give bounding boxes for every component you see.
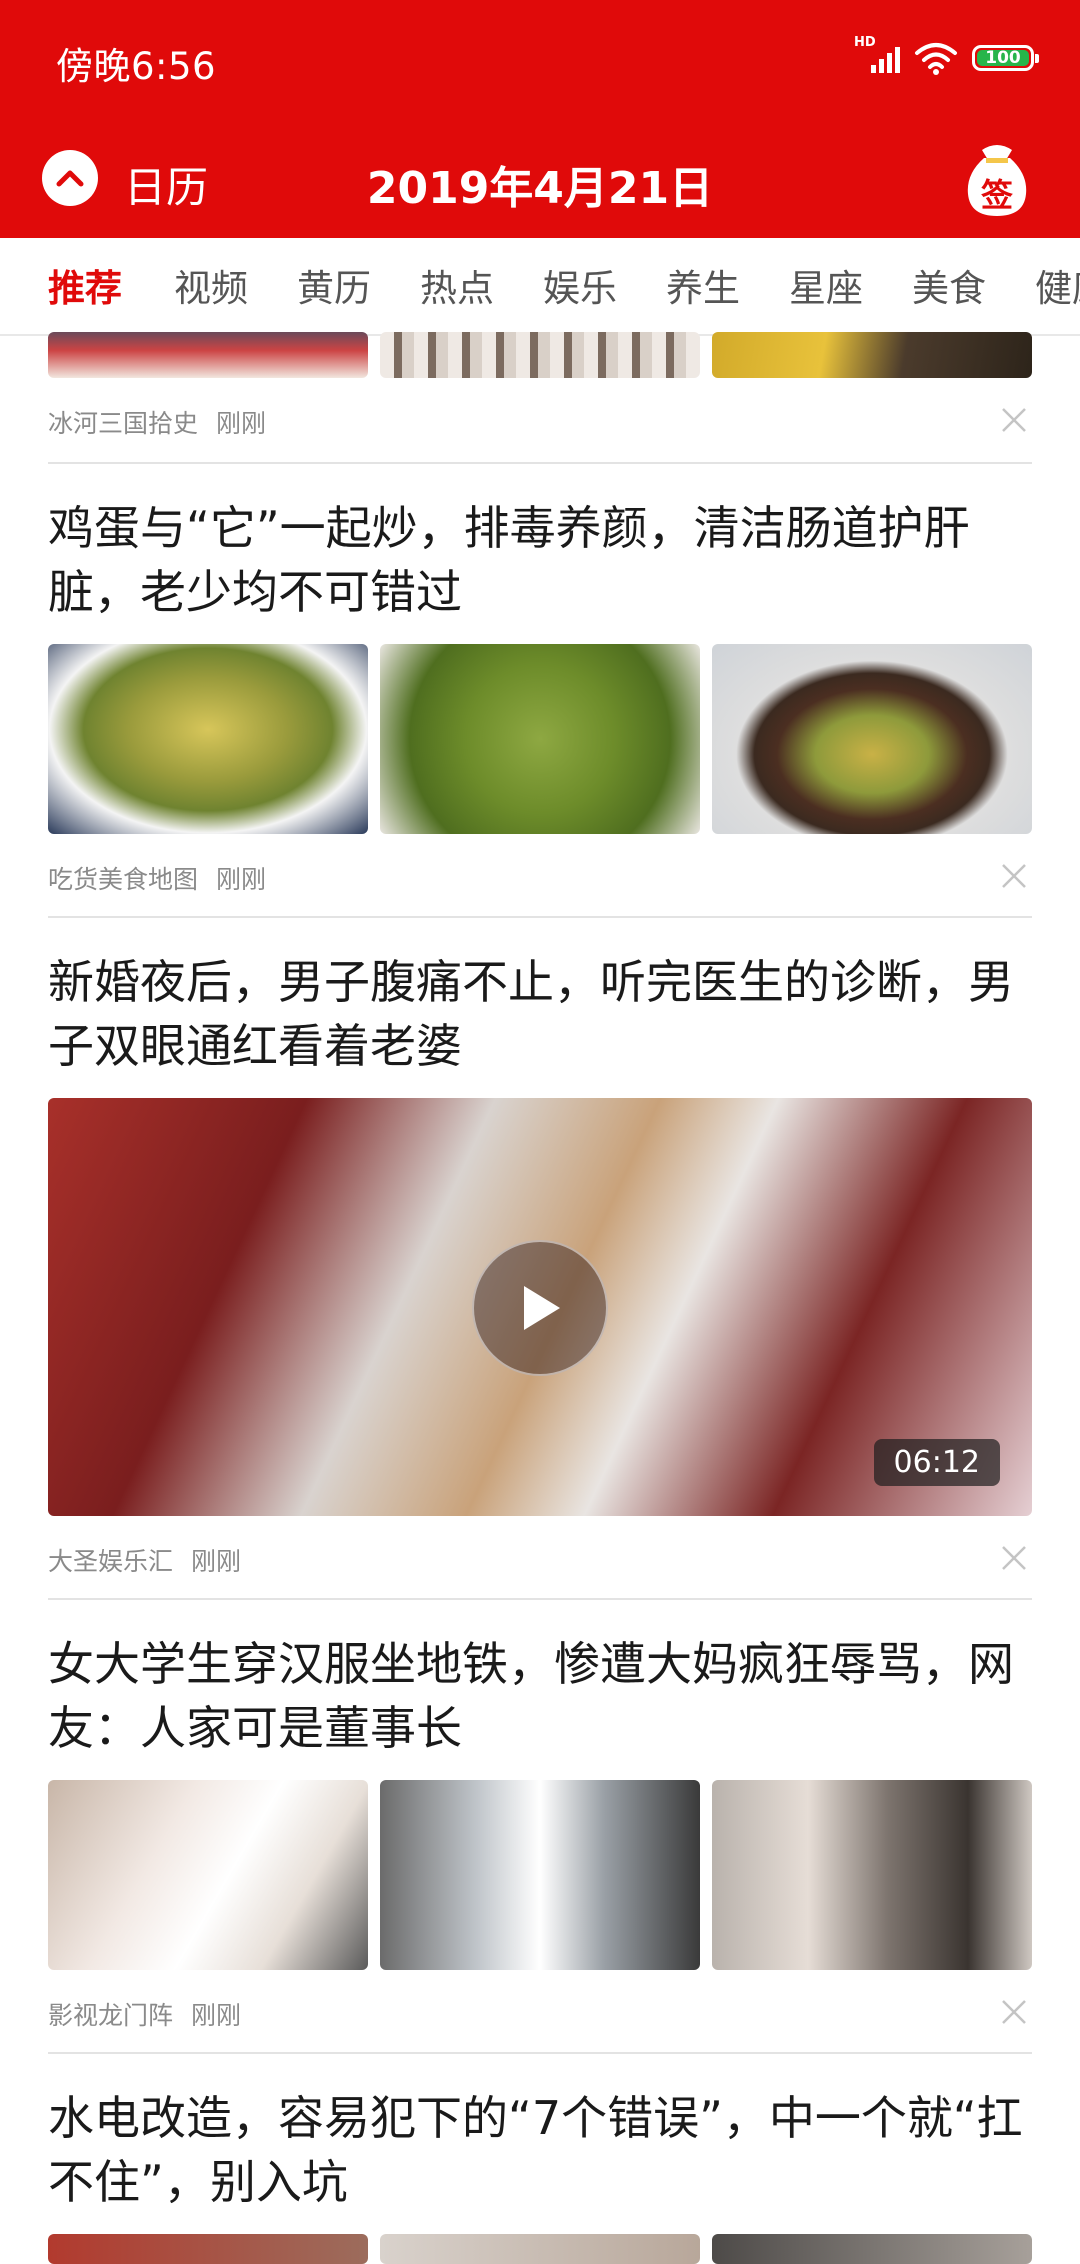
tab-video[interactable]: 视频 bbox=[174, 258, 248, 312]
thumbnail-image[interactable] bbox=[380, 2234, 700, 2264]
thumbnail-image[interactable] bbox=[48, 2234, 368, 2264]
news-source: 冰河三国拾史 bbox=[48, 409, 199, 438]
status-bar: 傍晚6:56 HD 100 bbox=[0, 0, 1080, 118]
thumbnail-image[interactable] bbox=[380, 1780, 700, 1970]
thumbnail-image[interactable] bbox=[380, 332, 700, 378]
news-item-meta: 冰河三国拾史 刚刚 bbox=[48, 404, 266, 440]
close-icon[interactable] bbox=[1000, 1544, 1028, 1572]
news-item-images[interactable] bbox=[48, 2234, 1032, 2264]
thumbnail-image[interactable] bbox=[712, 1780, 1032, 1970]
news-item-meta: 大圣娱乐汇 刚刚 bbox=[48, 1542, 241, 1578]
status-time: 傍晚6:56 bbox=[56, 45, 217, 88]
thumbnail-image[interactable] bbox=[712, 644, 1032, 834]
thumbnail-image[interactable] bbox=[48, 1780, 368, 1970]
app-header: 傍晚6:56 HD 100 日历 2019年4月21日 签 bbox=[0, 0, 1080, 238]
news-item-images[interactable] bbox=[48, 332, 1032, 378]
news-item-images[interactable] bbox=[48, 644, 1032, 834]
video-thumbnail[interactable]: 06:12 bbox=[48, 1098, 1032, 1516]
news-title[interactable]: 水电改造，容易犯下的“7个错误”，中一个就“扛不住”，别入坑 bbox=[48, 2086, 1032, 2214]
status-icons: HD 100 bbox=[854, 35, 1039, 78]
news-title[interactable]: 新婚夜后，男子腹痛不止，听完医生的诊断，男子双眼通红看着老婆 bbox=[48, 950, 1032, 1078]
news-source: 影视龙门阵 bbox=[48, 2001, 174, 2030]
tab-almanac[interactable]: 黄历 bbox=[297, 258, 371, 312]
sign-label: 签 bbox=[980, 176, 1013, 214]
tab-health[interactable]: 健康 bbox=[1035, 258, 1080, 312]
thumbnail-image[interactable] bbox=[712, 2234, 1032, 2264]
news-time: 刚刚 bbox=[191, 2001, 242, 2030]
divider bbox=[48, 2052, 1032, 2054]
battery-level: 100 bbox=[977, 50, 1029, 67]
tab-hot[interactable]: 热点 bbox=[420, 258, 494, 312]
tab-health-care[interactable]: 养生 bbox=[666, 258, 740, 312]
news-title[interactable]: 女大学生穿汉服坐地铁，惨遭大妈疯狂辱骂，网友：人家可是董事长 bbox=[48, 1632, 1032, 1760]
news-source: 吃货美食地图 bbox=[48, 865, 199, 894]
battery-icon: 100 bbox=[972, 45, 1039, 71]
divider bbox=[48, 462, 1032, 464]
news-item-meta: 吃货美食地图 刚刚 bbox=[48, 860, 266, 896]
news-title[interactable]: 鸡蛋与“它”一起炒，排毒养颜，清洁肠道护肝脏，老少均不可错过 bbox=[48, 496, 1032, 624]
sign-bag-icon[interactable]: 签 bbox=[960, 136, 1034, 220]
nav-row: 日历 2019年4月21日 签 bbox=[0, 118, 1080, 238]
thumbnail-image[interactable] bbox=[48, 644, 368, 834]
thumbnail-image[interactable] bbox=[712, 332, 1032, 378]
news-time: 刚刚 bbox=[216, 865, 267, 894]
page-title: 2019年4月21日 bbox=[366, 163, 714, 214]
category-tabs: 推荐 视频 黄历 热点 娱乐 养生 星座 美食 健康 bbox=[0, 238, 1080, 336]
tab-food[interactable]: 美食 bbox=[912, 258, 986, 312]
tab-horoscope[interactable]: 星座 bbox=[789, 258, 863, 312]
news-item-meta: 影视龙门阵 刚刚 bbox=[48, 1996, 241, 2032]
news-source: 大圣娱乐汇 bbox=[48, 1547, 174, 1576]
close-icon[interactable] bbox=[1000, 406, 1028, 434]
divider bbox=[48, 1598, 1032, 1600]
tab-entertainment[interactable]: 娱乐 bbox=[543, 258, 617, 312]
video-duration: 06:12 bbox=[873, 1439, 1000, 1486]
play-icon[interactable] bbox=[472, 1240, 608, 1376]
news-time: 刚刚 bbox=[191, 1547, 242, 1576]
close-icon[interactable] bbox=[1000, 1998, 1028, 2026]
news-time: 刚刚 bbox=[216, 409, 267, 438]
news-item-images[interactable] bbox=[48, 1780, 1032, 1970]
tab-recommend[interactable]: 推荐 bbox=[48, 258, 122, 312]
wifi-icon bbox=[915, 43, 957, 75]
thumbnail-image[interactable] bbox=[48, 332, 368, 378]
divider bbox=[48, 916, 1032, 918]
close-icon[interactable] bbox=[1000, 862, 1028, 890]
signal-icon: HD bbox=[854, 35, 900, 77]
thumbnail-image[interactable] bbox=[380, 644, 700, 834]
